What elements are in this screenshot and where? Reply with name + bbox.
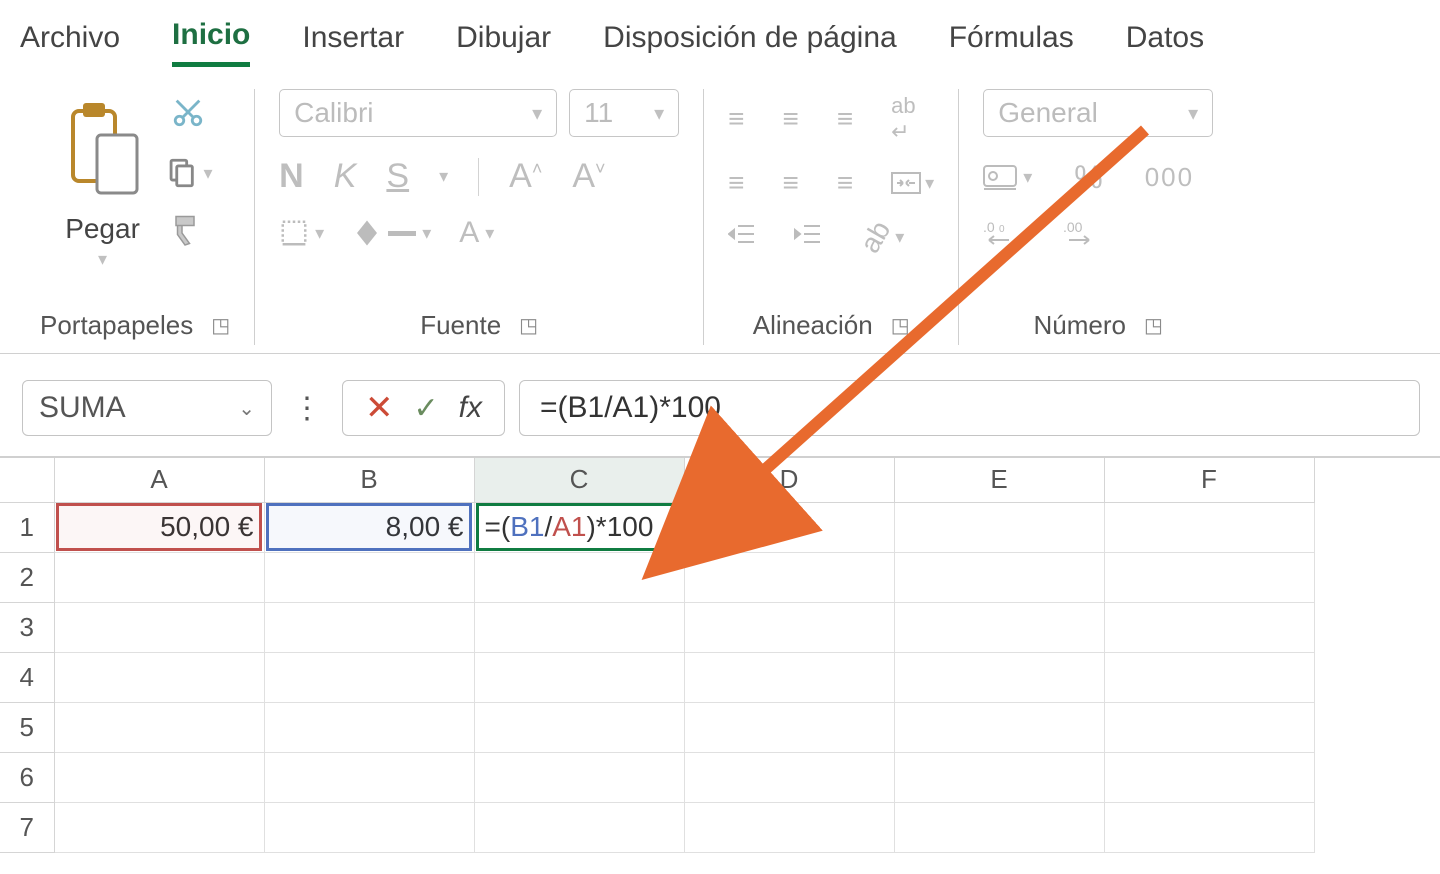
- underline-dropdown-icon[interactable]: ▾: [439, 166, 448, 187]
- merge-cells-icon[interactable]: ▾: [891, 172, 934, 194]
- bold-button[interactable]: N: [279, 157, 304, 196]
- tab-page-layout[interactable]: Disposición de página: [603, 21, 897, 65]
- font-color-button[interactable]: A▾: [459, 216, 494, 250]
- align-middle-icon[interactable]: ≡: [782, 103, 798, 135]
- col-header-d[interactable]: D: [684, 458, 894, 502]
- paste-dropdown-icon[interactable]: ▾: [98, 249, 107, 270]
- cell-d1[interactable]: [684, 502, 894, 552]
- clipboard-dialog-launcher-icon[interactable]: ◳: [211, 313, 230, 338]
- tab-draw[interactable]: Dibujar: [456, 21, 551, 65]
- cell-c1[interactable]: =(B1/A1)*100: [474, 502, 684, 552]
- insert-function-icon[interactable]: fx: [459, 391, 482, 425]
- row-header-7[interactable]: 7: [0, 802, 54, 852]
- font-dialog-launcher-icon[interactable]: ◳: [519, 313, 538, 338]
- cell-e1[interactable]: [894, 502, 1104, 552]
- enter-formula-icon[interactable]: ✓: [414, 391, 439, 426]
- fill-color-button[interactable]: ▾: [352, 218, 431, 248]
- svg-text:.0: .0: [983, 219, 995, 235]
- cell-f1[interactable]: [1104, 502, 1314, 552]
- cancel-formula-icon[interactable]: ✕: [365, 388, 394, 428]
- group-label-align: Alineación: [753, 310, 873, 341]
- ribbon-tabs: Archivo Inicio Insertar Dibujar Disposic…: [0, 0, 1440, 79]
- tab-home[interactable]: Inicio: [172, 18, 250, 67]
- italic-button[interactable]: K: [334, 157, 357, 196]
- increase-indent-icon[interactable]: [794, 221, 822, 253]
- cell-b1[interactable]: 8,00 €: [264, 502, 474, 552]
- formula-bar-row: SUMA⌄ ⋮ ✕ ✓ fx =(B1/A1)*100: [0, 354, 1440, 458]
- svg-text:.00: .00: [1063, 219, 1083, 235]
- format-painter-icon[interactable]: [170, 212, 206, 253]
- decrease-decimal-icon[interactable]: .00: [1063, 218, 1103, 255]
- formula-bar-options-icon[interactable]: ⋮: [286, 391, 328, 426]
- formula-bar-input[interactable]: =(B1/A1)*100: [519, 380, 1420, 436]
- paste-label[interactable]: Pegar: [65, 213, 140, 245]
- col-header-a[interactable]: A: [54, 458, 264, 502]
- tab-insert[interactable]: Insertar: [302, 21, 404, 65]
- row-header-6[interactable]: 6: [0, 752, 54, 802]
- group-font: Calibri▾ 11▾ N K S ▾ A˄ A˅ ▾: [255, 89, 704, 345]
- increase-decimal-icon[interactable]: .0 0: [983, 218, 1023, 255]
- shrink-font-button[interactable]: A˅: [572, 157, 605, 196]
- cut-icon[interactable]: [171, 95, 205, 134]
- row-header-5[interactable]: 5: [0, 702, 54, 752]
- ribbon: Pegar ▾ ▾ Portapapeles ◳ Calibri▾: [0, 79, 1440, 354]
- tab-file[interactable]: Archivo: [20, 21, 120, 65]
- row-header-1[interactable]: 1: [0, 502, 54, 552]
- col-header-f[interactable]: F: [1104, 458, 1314, 502]
- borders-button[interactable]: ▾: [279, 218, 324, 248]
- col-header-e[interactable]: E: [894, 458, 1104, 502]
- group-label-clipboard: Portapapeles: [40, 310, 193, 341]
- paste-icon[interactable]: [58, 89, 148, 209]
- spreadsheet-grid[interactable]: A B C D E F 1 50,00 € 8,00 € =(B1/A1)*10…: [0, 458, 1440, 874]
- row-header-4[interactable]: 4: [0, 652, 54, 702]
- align-top-icon[interactable]: ≡: [728, 103, 744, 135]
- divider: [478, 158, 479, 196]
- number-dialog-launcher-icon[interactable]: ◳: [1144, 313, 1163, 338]
- row-header-2[interactable]: 2: [0, 552, 54, 602]
- decrease-indent-icon[interactable]: [728, 221, 756, 253]
- col-header-b[interactable]: B: [264, 458, 474, 502]
- copy-icon[interactable]: ▾: [164, 156, 213, 190]
- group-label-number: Número: [1034, 310, 1126, 341]
- number-format-combo[interactable]: General▾: [983, 89, 1213, 137]
- group-clipboard: Pegar ▾ ▾ Portapapeles ◳: [40, 89, 255, 345]
- font-name-combo[interactable]: Calibri▾: [279, 89, 557, 137]
- name-box[interactable]: SUMA⌄: [22, 380, 272, 436]
- svg-text:0: 0: [999, 224, 1005, 235]
- wrap-text-icon[interactable]: ab↵: [891, 93, 915, 145]
- orientation-icon[interactable]: ab▾: [860, 221, 904, 253]
- row-header-3[interactable]: 3: [0, 602, 54, 652]
- accounting-format-icon[interactable]: ▾: [983, 165, 1032, 191]
- underline-button[interactable]: S: [386, 157, 409, 196]
- grow-font-button[interactable]: A˄: [509, 157, 542, 196]
- align-left-icon[interactable]: ≡: [728, 167, 744, 199]
- align-right-icon[interactable]: ≡: [837, 167, 853, 199]
- percent-button[interactable]: %: [1074, 159, 1102, 196]
- comma-style-button[interactable]: 000: [1145, 162, 1194, 193]
- cell-a1[interactable]: 50,00 €: [54, 502, 264, 552]
- align-bottom-icon[interactable]: ≡: [837, 103, 853, 135]
- align-dialog-launcher-icon[interactable]: ◳: [891, 313, 910, 338]
- select-all-corner[interactable]: [0, 458, 54, 502]
- tab-data[interactable]: Datos: [1126, 21, 1204, 65]
- col-header-c[interactable]: C: [474, 458, 684, 502]
- font-size-combo[interactable]: 11▾: [569, 89, 679, 137]
- group-alignment: ≡ ≡ ≡ ab↵ ≡ ≡ ≡ ▾ ab▾ Alineaci: [704, 89, 959, 345]
- group-number: General▾ ▾ % 000 .00 .00 Número ◳: [959, 89, 1237, 345]
- group-label-font: Fuente: [420, 310, 501, 341]
- tab-formulas[interactable]: Fórmulas: [949, 21, 1074, 65]
- align-center-icon[interactable]: ≡: [782, 167, 798, 199]
